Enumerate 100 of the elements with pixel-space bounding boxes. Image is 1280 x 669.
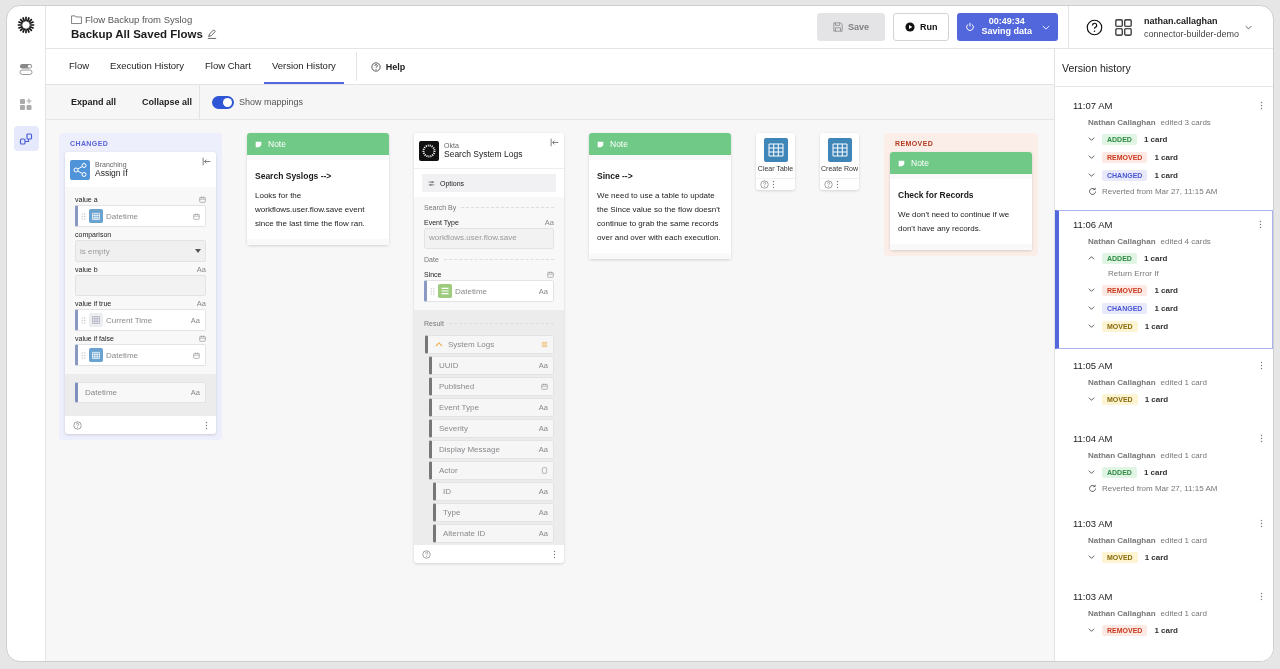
chevron-down-icon[interactable]	[1088, 324, 1095, 328]
toggle-label: Show mappings	[239, 97, 304, 107]
drag-handle-icon	[430, 286, 435, 296]
table-icon	[89, 313, 103, 327]
sunburst-logo-icon	[419, 140, 439, 161]
chevron-down-icon[interactable]	[1088, 288, 1095, 292]
change-count: 1 card	[1144, 552, 1169, 562]
author-name: Nathan Callaghan	[1088, 118, 1156, 127]
document-icon	[541, 467, 548, 474]
collapse-all-button[interactable]: Collapse all	[135, 97, 200, 107]
drag-handle-icon	[81, 350, 86, 360]
change-count: 1 card	[1154, 152, 1178, 162]
chevron-down-icon[interactable]	[1088, 173, 1095, 177]
chevron-down-icon[interactable]	[1088, 555, 1095, 559]
flow-title: Backup All Saved Flows	[71, 28, 203, 40]
breadcrumb-link[interactable]: Flow Backup from Syslog	[85, 14, 193, 25]
account-menu[interactable]: nathan.callaghan connector-builder-demo	[1144, 15, 1240, 39]
toggles-icon	[19, 61, 33, 76]
chevron-down-icon[interactable]	[1088, 155, 1095, 159]
chevron-up-icon[interactable]	[1088, 256, 1095, 260]
chevron-down-icon[interactable]	[1088, 628, 1095, 632]
note-title: Check for Records	[890, 174, 1032, 208]
help-icon	[370, 61, 381, 72]
connector-card[interactable]	[414, 133, 564, 563]
version-time: 11:06 AM	[1073, 219, 1113, 230]
collapse-icon[interactable]	[550, 138, 559, 147]
note-icon	[255, 140, 262, 148]
edit-summary: edited 4 cards	[1160, 237, 1211, 246]
changed-card-name[interactable]: Return Error If	[1088, 267, 1262, 281]
expand-all-button[interactable]: Expand all	[64, 97, 123, 107]
card-title: Assign If	[95, 168, 129, 178]
change-count: 1 card	[1154, 285, 1178, 295]
version-time: 11:03 AM	[1073, 591, 1113, 602]
folder-icon	[71, 15, 82, 24]
tab[interactable]: Flow Chart	[197, 49, 259, 84]
mapping-pill[interactable]: Datetime	[75, 205, 206, 227]
chevron-down-icon[interactable]	[1088, 137, 1095, 141]
change-count: 1 card	[1143, 134, 1168, 144]
mappings-toggle[interactable]	[212, 95, 235, 109]
sunburst-logo-icon[interactable]	[15, 14, 37, 36]
flow-icon	[19, 131, 33, 146]
nav-item[interactable]	[13, 126, 39, 151]
change-count: 1 card	[1154, 170, 1178, 180]
power-icon	[965, 22, 976, 32]
run-button[interactable]: Run	[893, 13, 950, 41]
calendar-icon	[193, 351, 200, 359]
help-icon[interactable]	[1086, 18, 1103, 36]
add-apps-icon	[19, 96, 33, 111]
table-icon	[89, 209, 103, 223]
author-name: Nathan Callaghan	[1088, 451, 1156, 460]
note-text: Looks for the workflows.user.flow.save event since the last time the flow ran.	[247, 189, 389, 245]
chevron-down-icon[interactable]	[1088, 397, 1095, 401]
author-name: Nathan Callaghan	[1088, 378, 1156, 387]
revert-icon	[1088, 484, 1097, 493]
revert-note: Reverted from Mar 27, 11:15 AM	[1102, 484, 1218, 493]
edit-summary: edited 1 card	[1160, 378, 1207, 387]
version-time: 11:05 AM	[1073, 360, 1113, 371]
edit-summary: edited 1 card	[1160, 536, 1207, 545]
output-pill[interactable]: System Logs	[425, 335, 554, 354]
apps-grid-icon[interactable]	[1115, 18, 1132, 36]
table-icon	[763, 138, 788, 162]
sliders-icon	[428, 179, 435, 187]
share-icon	[70, 159, 90, 180]
note-card[interactable]: Note Check for Records We don't need to continue if we don't have any records.	[890, 152, 1032, 250]
edit-summary: edited 1 card	[1160, 451, 1207, 460]
note-header: Note	[890, 152, 1032, 174]
drag-handle-icon	[81, 315, 86, 325]
list-icon	[541, 341, 548, 348]
chevron-down-icon[interactable]	[1088, 470, 1095, 474]
version-time: 11:07 AM	[1073, 100, 1113, 111]
chevron-down-icon[interactable]	[1088, 306, 1095, 310]
help-link[interactable]: Help	[364, 49, 412, 84]
calendar-icon	[193, 212, 200, 220]
edit-summary: edited 3 cards	[1160, 118, 1211, 127]
tab[interactable]: Execution History	[102, 49, 192, 84]
change-count: 1 card	[1154, 303, 1178, 313]
edit-summary: edited 1 card	[1160, 609, 1207, 618]
timer-button[interactable]: 00:49:34 Saving data	[957, 13, 1058, 41]
note-title: Since -->	[589, 155, 731, 189]
author-name: Nathan Callaghan	[1088, 536, 1156, 545]
note-header: Note	[589, 133, 731, 155]
note-icon	[597, 140, 604, 148]
list-icon	[438, 284, 452, 298]
edit-icon[interactable]	[206, 29, 217, 39]
card-title: Search System Logs	[444, 149, 524, 159]
drag-handle-icon	[81, 211, 86, 221]
change-count: 1 card	[1144, 321, 1169, 331]
play-icon	[905, 22, 915, 32]
change-count: 1 card	[1144, 394, 1169, 404]
change-count: 1 card	[1143, 467, 1168, 477]
tab[interactable]: Flow	[61, 49, 98, 84]
calendar-icon	[199, 196, 206, 203]
revert-icon	[1088, 187, 1097, 196]
table-icon	[89, 348, 103, 362]
chevron-down-icon[interactable]	[1245, 24, 1253, 30]
collapse-icon[interactable]	[202, 157, 211, 166]
mapping-pill[interactable]: Datetime	[75, 344, 206, 366]
note-card[interactable]: Note Search Syslogs --> Looks for the workflows.user.flow.save event since the last time the flow ran.	[247, 133, 389, 245]
note-card[interactable]: Note Since --> We need to use a table to update the Since value so the flow doesn't continue to grab the same records over and over with each execution.	[589, 133, 731, 259]
calendar-icon	[547, 271, 554, 278]
